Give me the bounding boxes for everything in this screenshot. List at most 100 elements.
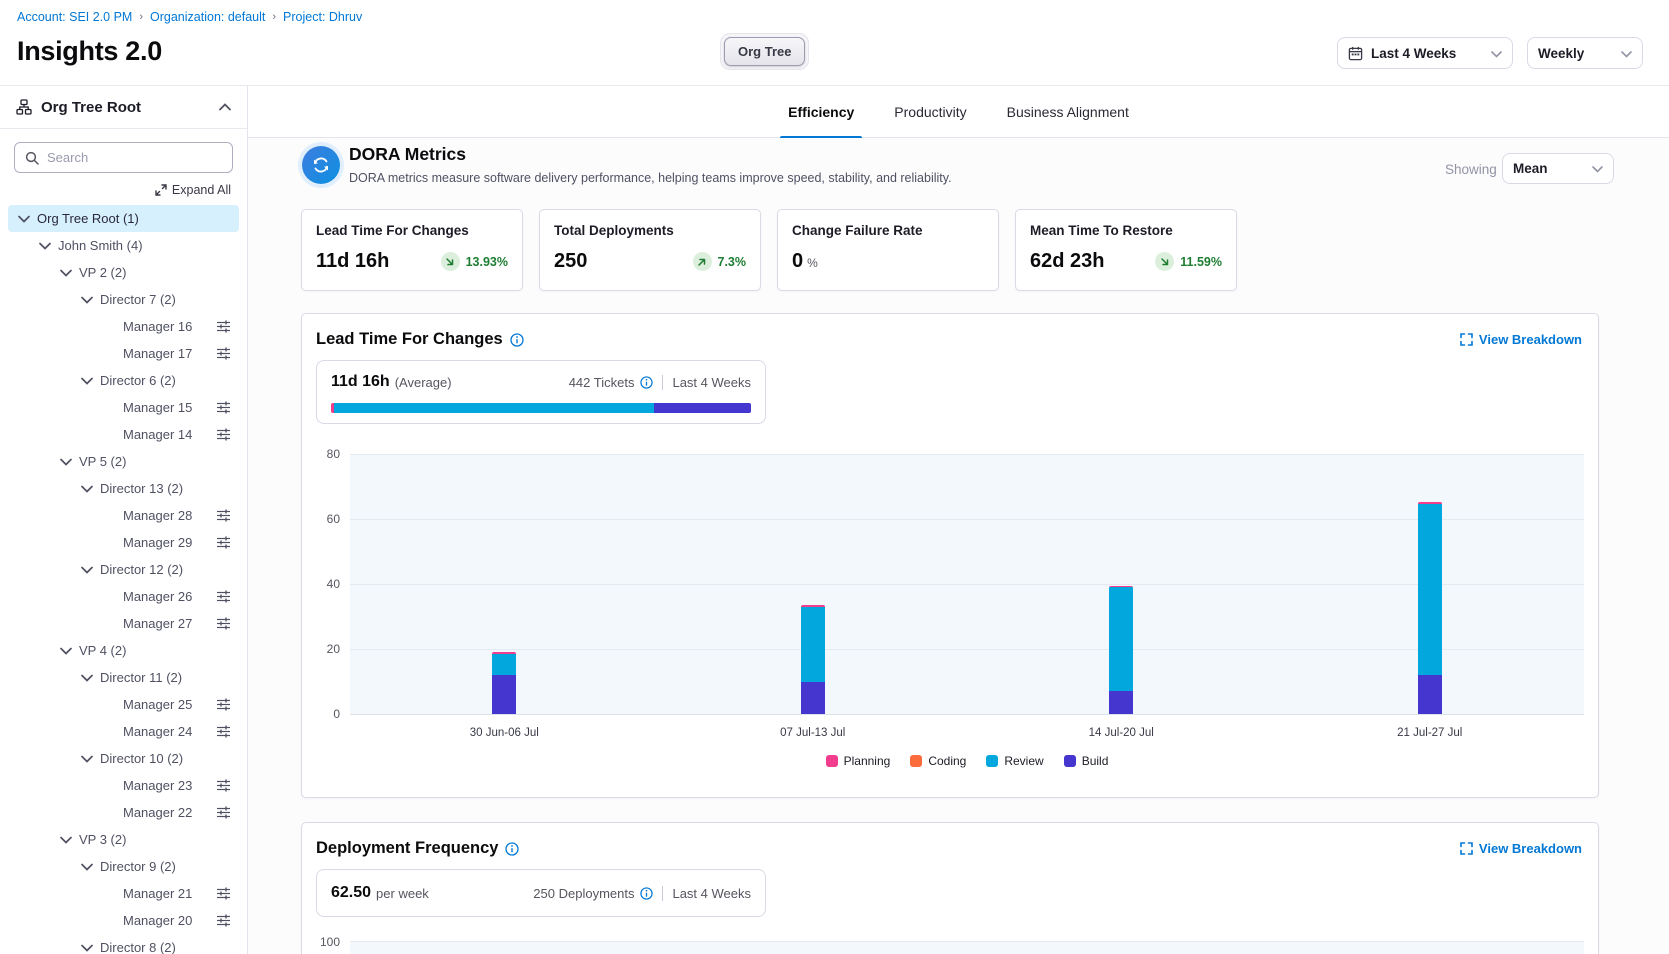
chevron-down-icon[interactable] — [81, 863, 93, 871]
stacked-bar[interactable] — [1109, 586, 1133, 714]
deployment-rate-value: 62.50 — [331, 884, 371, 902]
tree-node[interactable]: Manager 25 — [8, 691, 239, 718]
tree-node[interactable]: VP 2 (2) — [8, 259, 239, 286]
page-title: Insights 2.0 — [17, 36, 162, 67]
tree-node[interactable]: Director 6 (2) — [8, 367, 239, 394]
period-label: Last 4 Weeks — [662, 375, 751, 390]
tree-node[interactable]: Manager 16 — [8, 313, 239, 340]
node-settings-icon[interactable] — [216, 806, 231, 819]
chevron-down-icon[interactable] — [60, 836, 72, 844]
node-settings-icon[interactable] — [216, 698, 231, 711]
lead-time-average-qualifier: (Average) — [395, 375, 452, 390]
breadcrumb-link[interactable]: Organization: default — [150, 10, 265, 24]
tree-node[interactable]: Manager 26 — [8, 583, 239, 610]
tree-node[interactable]: Manager 15 — [8, 394, 239, 421]
stacked-bar[interactable] — [1418, 502, 1442, 714]
node-settings-icon[interactable] — [216, 509, 231, 522]
node-settings-icon[interactable] — [216, 401, 231, 414]
tree-node[interactable]: Manager 27 — [8, 610, 239, 637]
node-settings-icon[interactable] — [216, 617, 231, 630]
tree-node[interactable]: Director 9 (2) — [8, 853, 239, 880]
chevron-down-icon[interactable] — [60, 647, 72, 655]
expand-all-icon — [155, 184, 167, 196]
tree-node-label: Manager 20 — [123, 913, 192, 928]
tree-node[interactable]: Manager 29 — [8, 529, 239, 556]
tree-node[interactable]: Manager 24 — [8, 718, 239, 745]
tree-node[interactable]: VP 3 (2) — [8, 826, 239, 853]
expand-all-label: Expand All — [172, 183, 231, 197]
collapse-sidebar-icon[interactable] — [219, 103, 231, 111]
chevron-down-icon[interactable] — [81, 485, 93, 493]
chevron-down-icon[interactable] — [60, 458, 72, 466]
tree-node[interactable]: Manager 20 — [8, 907, 239, 934]
chevron-down-icon[interactable] — [81, 944, 93, 952]
legend-label: Build — [1082, 754, 1109, 768]
lead-time-view-breakdown[interactable]: View Breakdown — [1460, 332, 1582, 347]
tab-efficiency[interactable]: Efficiency — [786, 86, 856, 137]
chevron-down-icon[interactable] — [81, 296, 93, 304]
x-axis-tick: 07 Jul-13 Jul — [780, 727, 845, 739]
tree-search[interactable] — [14, 142, 233, 173]
chevron-down-icon[interactable] — [81, 566, 93, 574]
chevron-down-icon[interactable] — [81, 674, 93, 682]
tab-productivity[interactable]: Productivity — [892, 86, 968, 137]
tab-business-alignment[interactable]: Business Alignment — [1005, 86, 1131, 137]
stacked-bar[interactable] — [492, 652, 516, 714]
date-range-select[interactable]: Last 4 Weeks — [1337, 37, 1513, 69]
tree-node-label: Manager 17 — [123, 346, 192, 361]
info-icon[interactable] — [640, 887, 653, 900]
chevron-down-icon[interactable] — [81, 755, 93, 763]
search-input[interactable] — [47, 150, 223, 165]
stacked-bar[interactable] — [801, 605, 825, 714]
node-settings-icon[interactable] — [216, 779, 231, 792]
node-settings-icon[interactable] — [216, 887, 231, 900]
showing-select[interactable]: Mean — [1502, 153, 1614, 184]
tree-node-label: VP 2 (2) — [79, 265, 126, 280]
tree-node-label: John Smith (4) — [58, 238, 143, 253]
info-icon[interactable] — [640, 376, 653, 389]
interval-select[interactable]: Weekly — [1527, 37, 1643, 69]
tree-node[interactable]: Manager 14 — [8, 421, 239, 448]
breadcrumb-link[interactable]: Project: Dhruv — [283, 10, 362, 24]
bar-segment-build — [801, 682, 825, 715]
metric-card-value: 0% — [792, 250, 818, 273]
tree-node[interactable]: Director 11 (2) — [8, 664, 239, 691]
node-settings-icon[interactable] — [216, 725, 231, 738]
tree-node-label: Director 7 (2) — [100, 292, 176, 307]
node-settings-icon[interactable] — [216, 914, 231, 927]
tree-node[interactable]: Manager 22 — [8, 799, 239, 826]
tree-node[interactable]: Director 7 (2) — [8, 286, 239, 313]
tree-node[interactable]: Director 12 (2) — [8, 556, 239, 583]
tree-node-label: VP 5 (2) — [79, 454, 126, 469]
expand-all-button[interactable]: Expand All — [0, 179, 247, 203]
tree-node[interactable]: VP 4 (2) — [8, 637, 239, 664]
tree-node[interactable]: Director 8 (2) — [8, 934, 239, 954]
node-settings-icon[interactable] — [216, 320, 231, 333]
info-icon[interactable] — [510, 333, 524, 347]
info-icon[interactable] — [505, 842, 519, 856]
tree-node[interactable]: Director 13 (2) — [8, 475, 239, 502]
tree-node[interactable]: Manager 23 — [8, 772, 239, 799]
deployment-chart-plot — [350, 941, 1584, 954]
node-settings-icon[interactable] — [216, 536, 231, 549]
tree-node[interactable]: Manager 21 — [8, 880, 239, 907]
node-settings-icon[interactable] — [216, 347, 231, 360]
tree-node[interactable]: Manager 28 — [8, 502, 239, 529]
breadcrumb-link[interactable]: Account: SEI 2.0 PM — [17, 10, 132, 24]
tree-node[interactable]: John Smith (4) — [8, 232, 239, 259]
tree-node[interactable]: Org Tree Root (1) — [8, 205, 239, 232]
chevron-down-icon[interactable] — [60, 269, 72, 277]
deployment-view-breakdown[interactable]: View Breakdown — [1460, 841, 1582, 856]
chevron-down-icon[interactable] — [39, 242, 51, 250]
node-settings-icon[interactable] — [216, 590, 231, 603]
tree-node[interactable]: VP 5 (2) — [8, 448, 239, 475]
period-label: Last 4 Weeks — [662, 886, 751, 901]
tree-node[interactable]: Director 10 (2) — [8, 745, 239, 772]
x-axis-tick: 14 Jul-20 Jul — [1089, 727, 1154, 739]
chevron-down-icon[interactable] — [81, 377, 93, 385]
tree-node[interactable]: Manager 17 — [8, 340, 239, 367]
metric-card-value-row: 11d 16h13.93% — [316, 250, 508, 273]
node-settings-icon[interactable] — [216, 428, 231, 441]
chevron-down-icon[interactable] — [18, 215, 30, 223]
org-tree-button[interactable]: Org Tree — [724, 37, 805, 66]
